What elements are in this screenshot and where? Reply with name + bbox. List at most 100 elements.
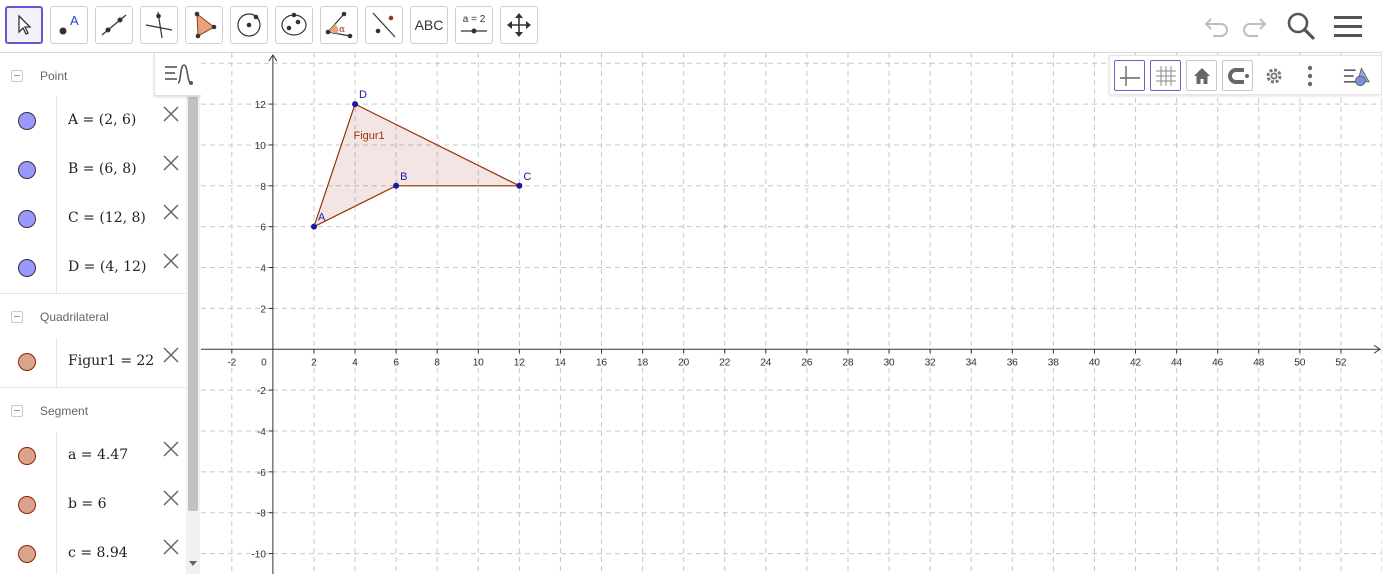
visibility-marble[interactable]	[18, 353, 36, 371]
y-tick-label: 10	[255, 141, 267, 152]
group-header-quadrilateral[interactable]: Quadrilateral	[0, 294, 186, 339]
polygon-tool-button[interactable]	[185, 6, 223, 44]
algebra-row-figur1[interactable]: Figur1 = 22	[0, 338, 186, 388]
algebra-row-segment-a[interactable]: a = 4.47	[0, 432, 186, 482]
close-icon[interactable]	[162, 538, 180, 556]
point-b[interactable]	[393, 182, 400, 189]
point-a[interactable]	[310, 223, 317, 230]
x-tick-label: 50	[1294, 357, 1306, 368]
y-tick-label: -8	[257, 509, 266, 520]
marble-cell	[0, 97, 57, 146]
algebra-row-segment-b[interactable]: b = 6	[0, 481, 186, 531]
x-tick-label: 14	[555, 357, 567, 368]
angle-tool-button[interactable]: α	[320, 6, 358, 44]
standard-view-button[interactable]	[1186, 60, 1217, 91]
algebra-row-text[interactable]: a = 4.47	[68, 447, 128, 463]
ellipse-icon	[281, 12, 307, 36]
close-icon[interactable]	[162, 105, 180, 123]
undo-button[interactable]	[1199, 8, 1235, 44]
close-icon[interactable]	[162, 252, 180, 270]
algebra-row-b[interactable]: B = (6, 8)	[0, 146, 186, 196]
close-icon[interactable]	[162, 489, 180, 507]
redo-button[interactable]	[1236, 8, 1272, 44]
algebra-row-text[interactable]: D = (4, 12)	[68, 259, 146, 275]
redo-icon	[1243, 18, 1267, 37]
y-tick-label: 2	[260, 304, 266, 315]
main-menu-button[interactable]	[1330, 8, 1366, 44]
algebra-row-d[interactable]: D = (4, 12)	[0, 244, 186, 294]
visibility-marble[interactable]	[18, 210, 36, 228]
point-d[interactable]	[352, 101, 359, 108]
x-tick-label: 38	[1048, 357, 1060, 368]
text-tool-button[interactable]: ABC	[410, 6, 448, 44]
polygon-figur1[interactable]: Figur1	[312, 103, 520, 228]
x-tick-label: 0	[261, 357, 267, 368]
toggle-grid-button[interactable]	[1150, 60, 1181, 91]
algebra-row-text[interactable]: C = (12, 8)	[68, 210, 146, 226]
close-icon[interactable]	[162, 440, 180, 458]
algebra-row-text[interactable]: A = (2, 6)	[68, 112, 136, 128]
point-c[interactable]	[516, 182, 523, 189]
close-icon[interactable]	[162, 346, 180, 364]
collapse-icon[interactable]	[11, 70, 23, 82]
x-tick-label: 30	[883, 357, 895, 368]
x-tick-label: 20	[678, 357, 690, 368]
visibility-marble[interactable]	[18, 545, 36, 563]
x-tick-label: 32	[925, 357, 937, 368]
x-tick-label: 52	[1335, 357, 1347, 368]
visibility-marble[interactable]	[18, 112, 36, 130]
home-icon	[1193, 67, 1210, 84]
visibility-marble[interactable]	[18, 259, 36, 277]
algebra-row-a[interactable]: A = (2, 6)	[0, 97, 186, 147]
algebra-row-c[interactable]: C = (12, 8)	[0, 195, 186, 245]
conic-tool-button[interactable]	[275, 6, 313, 44]
visibility-marble[interactable]	[18, 496, 36, 514]
x-tick-label: 40	[1089, 357, 1101, 368]
line-tool-button[interactable]	[95, 6, 133, 44]
move-graphics-tool-button[interactable]	[500, 6, 538, 44]
x-tick-label: 36	[1007, 357, 1019, 368]
circle-tool-button[interactable]	[230, 6, 268, 44]
reflect-tool-button[interactable]	[365, 6, 403, 44]
y-tick-label: -2	[257, 386, 266, 397]
circle-center-point-icon	[237, 13, 261, 37]
group-label: Segment	[40, 404, 89, 418]
algebra-row-text[interactable]: Figur1 = 22	[68, 353, 154, 369]
algebra-style-bar-button[interactable]	[154, 53, 201, 96]
graphics-canvas[interactable]: -2 0 2 4 6 8 10 12 14 16 18 20 22 24 26 28 30 32 34 36 38 40 4…	[201, 53, 1382, 574]
slider-tool-button[interactable]: a = 2	[455, 6, 493, 44]
point-capture-button[interactable]	[1222, 60, 1253, 91]
figur1-polygon[interactable]	[312, 103, 520, 228]
algebra-row-segment-c[interactable]: c = 8.94	[0, 530, 186, 574]
x-tick-label: 26	[801, 357, 813, 368]
point-tool-button[interactable]: A	[50, 6, 88, 44]
visibility-marble[interactable]	[18, 447, 36, 465]
x-tick-label: 28	[842, 357, 854, 368]
move-cross-icon	[507, 13, 531, 37]
toggle-axes-button[interactable]	[1114, 60, 1145, 91]
move-tool-button[interactable]	[5, 6, 43, 44]
graphics-view[interactable]: -2 0 2 4 6 8 10 12 14 16 18 20 22 24 26 28 30 32 34 36 38 40 4…	[201, 53, 1382, 574]
close-icon[interactable]	[162, 203, 180, 221]
graphics-style-icon	[1343, 66, 1370, 86]
collapse-icon[interactable]	[11, 405, 23, 417]
scrollbar-thumb[interactable]	[188, 97, 198, 511]
visibility-marble[interactable]	[18, 161, 36, 179]
close-icon[interactable]	[162, 154, 180, 172]
perpendicular-tool-button[interactable]	[140, 6, 178, 44]
more-options-button[interactable]	[1294, 60, 1325, 91]
svg-text:α: α	[339, 25, 345, 35]
algebra-row-text[interactable]: c = 8.94	[68, 545, 128, 561]
x-tick-label: 8	[434, 357, 440, 368]
algebra-scrollbar[interactable]	[186, 95, 200, 574]
graphics-style-bar-toggle[interactable]	[1342, 60, 1373, 91]
toolbar: A α ABC a = 2	[0, 0, 1382, 53]
graphics-settings-button[interactable]	[1258, 60, 1289, 91]
collapse-icon[interactable]	[11, 311, 23, 323]
search-button[interactable]	[1283, 8, 1319, 44]
algebra-row-text[interactable]: B = (6, 8)	[68, 161, 137, 177]
group-header-segment[interactable]: Segment	[0, 388, 186, 433]
point-a-icon: A	[59, 13, 79, 35]
scroll-down-icon[interactable]	[189, 561, 197, 567]
algebra-row-text[interactable]: b = 6	[68, 496, 107, 512]
